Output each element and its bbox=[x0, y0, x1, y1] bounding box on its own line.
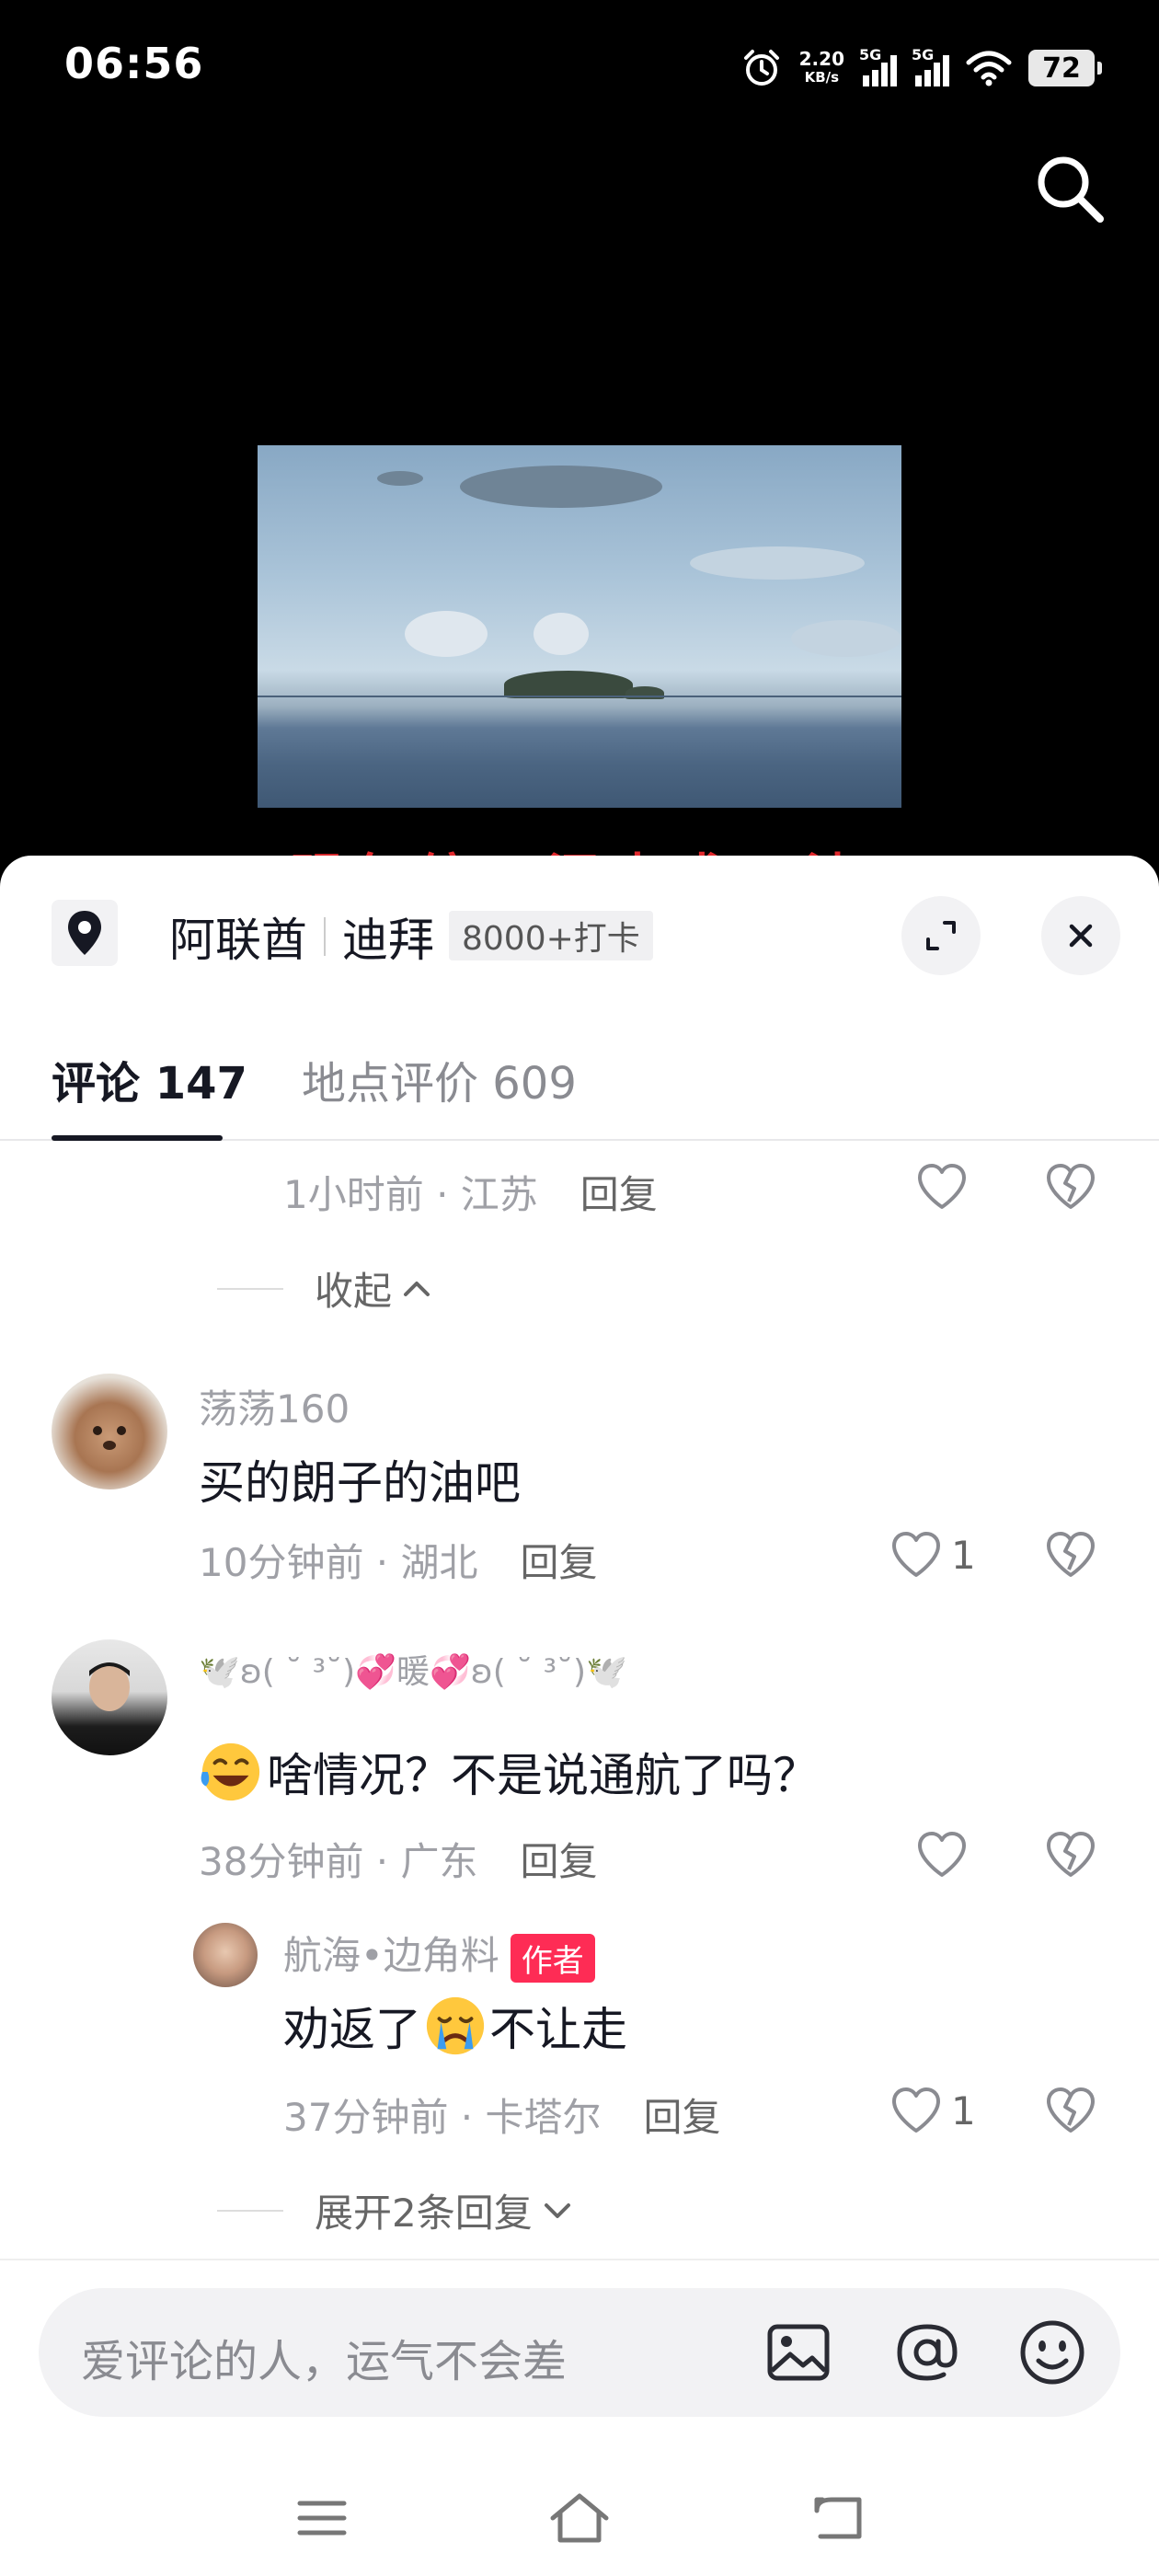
divider bbox=[324, 917, 326, 956]
battery-indicator: 72 bbox=[1028, 50, 1102, 86]
comment-input-bar: 爱评论的人，运气不会差 bbox=[0, 2259, 1159, 2461]
broken-heart-icon bbox=[1047, 1532, 1095, 1577]
cloud bbox=[377, 471, 423, 486]
dislike-button[interactable] bbox=[1043, 1827, 1098, 1882]
dislike-button[interactable] bbox=[1043, 1159, 1098, 1214]
mention-button[interactable] bbox=[889, 2314, 966, 2391]
wifi-icon bbox=[966, 51, 1012, 86]
active-tab-indicator bbox=[52, 1135, 223, 1141]
status-bar: 06:56 2.20 KB/s 5G 5G 72 bbox=[0, 0, 1159, 138]
network-speed: 2.20 KB/s bbox=[798, 48, 844, 86]
menu-button[interactable] bbox=[285, 2481, 359, 2555]
back-button[interactable] bbox=[802, 2481, 876, 2555]
comment-input[interactable]: 爱评论的人，运气不会差 bbox=[39, 2288, 1120, 2417]
image-icon bbox=[767, 2324, 830, 2381]
image-button[interactable] bbox=[760, 2314, 837, 2391]
comment-text: 买的朗子的油吧 bbox=[199, 1456, 521, 1510]
broken-heart-icon bbox=[1047, 2087, 1095, 2133]
reply-button[interactable]: 回复 bbox=[580, 1172, 658, 1217]
like-button[interactable] bbox=[889, 1527, 944, 1582]
cloud bbox=[690, 546, 865, 580]
divider bbox=[217, 1287, 283, 1290]
like-count: 1 bbox=[951, 2088, 976, 2133]
signal-icon: 5G bbox=[912, 46, 949, 86]
like-button[interactable] bbox=[914, 1827, 970, 1882]
cloud bbox=[405, 611, 488, 657]
reply-button[interactable]: 回复 bbox=[521, 1839, 598, 1884]
alarm-icon bbox=[743, 50, 779, 86]
divider bbox=[217, 2209, 283, 2212]
status-icons: 2.20 KB/s 5G 5G 72 bbox=[740, 40, 1102, 96]
comment-meta: 38分钟前 · 广东 回复 bbox=[199, 1839, 598, 1884]
broken-heart-icon bbox=[1047, 1164, 1095, 1209]
heart-icon bbox=[892, 2087, 940, 2133]
tab-place-reviews[interactable]: 地点评价 609 bbox=[302, 1047, 577, 1111]
broken-heart-icon bbox=[1047, 1832, 1095, 1877]
emoji-button[interactable] bbox=[1014, 2314, 1091, 2391]
like-count: 1 bbox=[951, 1533, 976, 1578]
comment-username[interactable]: 🕊️ʚ⁠(⁠ ⁠˘⁠ ⁠³⁠˘⁠)💞暖💞ʚ⁠(⁠ ⁠˘⁠ ⁠³⁠˘⁠)🕊️ bbox=[199, 1645, 627, 1693]
chevron-up-icon bbox=[404, 1281, 430, 1296]
location-pin-icon bbox=[52, 900, 118, 966]
expand-replies-button[interactable]: 展开2条回复 bbox=[217, 2182, 573, 2238]
search-icon bbox=[1038, 156, 1104, 223]
cloud bbox=[534, 613, 589, 655]
home-button[interactable] bbox=[543, 2481, 616, 2555]
heart-icon bbox=[918, 1164, 966, 1209]
avatar[interactable] bbox=[193, 1923, 258, 1987]
reply-button[interactable]: 回复 bbox=[521, 1540, 598, 1585]
checkin-badge: 8000+打卡 bbox=[449, 911, 653, 960]
horizon bbox=[258, 696, 901, 697]
comment-text: 啥情况？不是说通航了吗？ bbox=[199, 1739, 819, 1805]
dislike-button[interactable] bbox=[1043, 1527, 1098, 1582]
cloud bbox=[460, 466, 662, 508]
author-badge: 作者 bbox=[510, 1934, 595, 1983]
dislike-button[interactable] bbox=[1043, 2083, 1098, 2138]
comments-sheet: 阿联酋 迪拜 8000+打卡 评论 147 地点评价 609 1小时前 · 江苏… bbox=[0, 856, 1159, 2576]
system-nav-bar bbox=[0, 2461, 1159, 2576]
tab-comments[interactable]: 评论 147 bbox=[52, 1047, 247, 1111]
chevron-down-icon bbox=[544, 2202, 570, 2218]
reply-username[interactable]: 航海•边角料 作者 bbox=[283, 1925, 595, 1983]
signal-icon: 5G bbox=[859, 46, 897, 86]
reply-text: 劝返了 不让走 bbox=[283, 1993, 627, 2059]
home-icon bbox=[550, 2493, 609, 2543]
island bbox=[504, 671, 633, 698]
at-sign-icon bbox=[897, 2324, 958, 2381]
like-button[interactable] bbox=[914, 1159, 970, 1214]
clock: 06:56 bbox=[64, 39, 204, 88]
comment-username[interactable]: 荡荡160 bbox=[199, 1378, 350, 1434]
expand-button[interactable] bbox=[901, 896, 981, 975]
cloud bbox=[791, 620, 901, 657]
close-icon bbox=[1069, 924, 1093, 948]
comment-input-placeholder: 爱评论的人，运气不会差 bbox=[81, 2336, 568, 2387]
heart-icon bbox=[918, 1832, 966, 1877]
video-frame[interactable] bbox=[258, 445, 901, 808]
tab-bar: 评论 147 地点评价 609 bbox=[0, 1012, 1159, 1141]
menu-icon bbox=[297, 2501, 347, 2536]
heart-icon bbox=[892, 1532, 940, 1577]
avatar[interactable] bbox=[52, 1639, 167, 1755]
crying-emoji-icon bbox=[426, 1996, 485, 2055]
laughing-crying-emoji-icon bbox=[201, 1742, 260, 1801]
location-name[interactable]: 阿联酋 迪拜 bbox=[169, 903, 434, 970]
search-button[interactable] bbox=[1030, 149, 1109, 228]
location-header[interactable]: 阿联酋 迪拜 8000+打卡 bbox=[0, 856, 1159, 1012]
smiley-icon bbox=[1020, 2320, 1084, 2385]
comment-meta: 10分钟前 · 湖北 回复 bbox=[199, 1540, 598, 1585]
reply-button[interactable]: 回复 bbox=[644, 2095, 721, 2140]
expand-icon bbox=[926, 921, 956, 950]
collapse-replies-button[interactable]: 收起 bbox=[217, 1260, 432, 1317]
avatar[interactable] bbox=[52, 1374, 167, 1489]
comment-meta: 1小时前 · 江苏 回复 bbox=[283, 1172, 658, 1217]
back-icon bbox=[814, 2497, 862, 2539]
close-button[interactable] bbox=[1041, 896, 1120, 975]
reply-meta: 37分钟前 · 卡塔尔 回复 bbox=[283, 2095, 721, 2140]
like-button[interactable] bbox=[889, 2083, 944, 2138]
